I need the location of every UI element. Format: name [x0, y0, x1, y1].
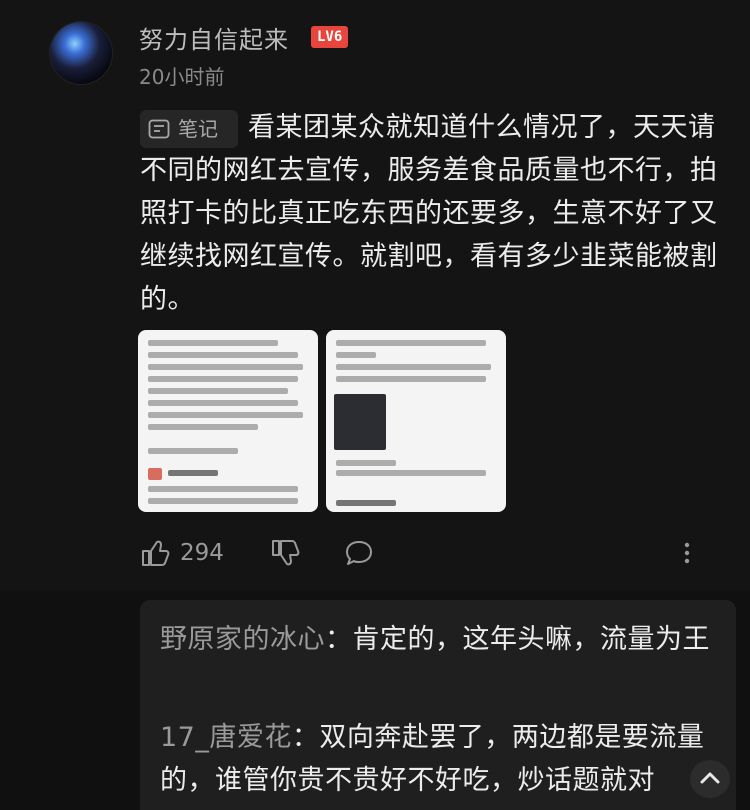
thumb-down-icon[interactable]: [270, 538, 300, 568]
more-vertical-icon[interactable]: [678, 538, 696, 568]
level-badge: LV6: [311, 26, 349, 48]
avatar[interactable]: [50, 22, 112, 84]
reply-item[interactable]: 17_唐爱花：双向奔赴罢了，两边都是要流量的，谁管你贵不贵好不好吃，炒话题就对: [160, 716, 730, 802]
reply-username[interactable]: 17_唐爱花: [160, 722, 292, 753]
image-thumbnail-2[interactable]: [326, 330, 506, 512]
reply-separator: ：: [325, 624, 353, 655]
like-count: 294: [180, 540, 224, 566]
reply-username[interactable]: 野原家的冰心: [160, 624, 325, 655]
reply-item[interactable]: 野原家的冰心：肯定的，这年头嘛，流量为王: [160, 618, 730, 661]
comment-icon[interactable]: [344, 538, 374, 568]
action-bar: 294: [0, 530, 750, 580]
username[interactable]: 努力自信起来: [139, 20, 289, 55]
post-time: 20小时前: [139, 65, 225, 89]
photo-preview: [334, 394, 386, 450]
scroll-top-button[interactable]: [690, 760, 730, 798]
post-content: 看某团某众就知道什么情况了，天天请不同的网红去宣传，服务差食品质量也不行，拍照打…: [140, 112, 718, 315]
reply-separator: ：: [291, 722, 320, 753]
reply-text: 肯定的，这年头嘛，流量为王: [352, 624, 710, 655]
thumb-up-icon[interactable]: [140, 538, 170, 568]
reply-section: 野原家的冰心：肯定的，这年头嘛，流量为王 17_唐爱花：双向奔赴罢了，两边都是要…: [140, 600, 736, 810]
image-thumbnail-1[interactable]: [138, 330, 318, 512]
scroll-top-icon: [700, 772, 720, 784]
post-card: 努力自信起来 LV6 20小时前 笔记 看某团某众就知道什么情况了，天天请不同的…: [0, 0, 750, 590]
